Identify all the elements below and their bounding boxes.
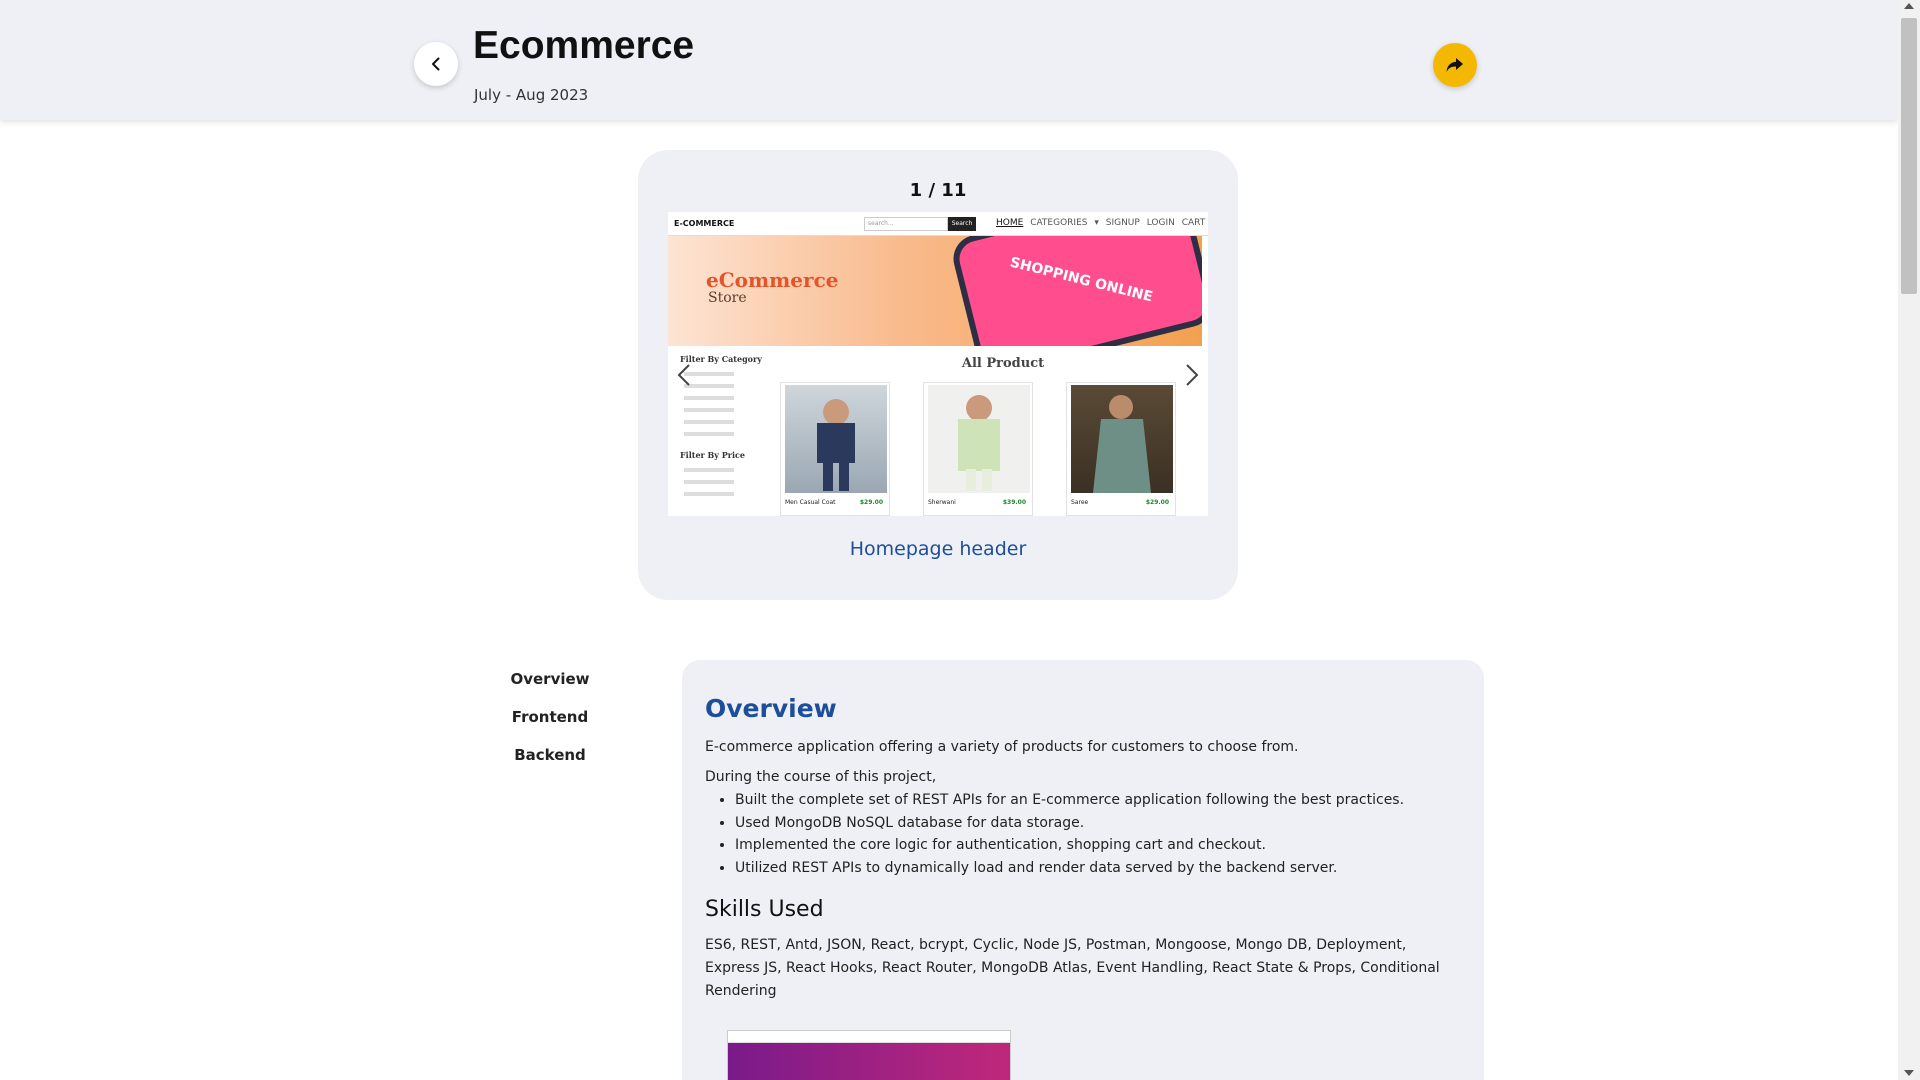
product-photo-sherwani (928, 385, 1030, 493)
chevron-left-icon (432, 57, 440, 71)
page-scrollbar[interactable] (1898, 0, 1920, 1080)
skills-heading: Skills Used (705, 897, 824, 922)
section-nav: Overview Frontend Backend (500, 668, 600, 782)
overview-course-intro: During the course of this project, (705, 769, 937, 785)
product-name: Saree (1071, 499, 1089, 506)
screenshot-link-cart: CART (1181, 218, 1206, 228)
section-nav-backend[interactable]: Backend (500, 744, 600, 782)
chevron-right-icon (1186, 364, 1199, 386)
image-carousel: 1 / 11 E-COMMERCE search... Search HOME … (638, 150, 1238, 600)
carousel-slide-image: E-COMMERCE search... Search HOME CATEGOR… (668, 212, 1208, 516)
product-name: Men Casual Coat (785, 499, 836, 506)
product-name: Sherwani (928, 499, 956, 506)
screenshot-filters: Filter By Category Filter By Price (680, 354, 780, 496)
list-item: Implemented the core logic for authentic… (735, 834, 1460, 857)
product-photo-saree (1071, 385, 1173, 493)
screenshot-nav-links: HOME CATEGORIES ▾ SIGNUP LOGIN CART (996, 218, 1205, 228)
product-price: $29.00 (1145, 499, 1169, 506)
scroll-down-arrow-icon[interactable] (1904, 1070, 1914, 1076)
carousel-next-button[interactable] (1181, 360, 1203, 390)
scrollbar-thumb[interactable] (1901, 18, 1917, 294)
overview-intro: E-commerce application offering a variet… (705, 739, 1299, 755)
screenshot-brand: E-COMMERCE (674, 219, 735, 228)
chevron-left-icon (677, 364, 690, 386)
slide-counter: 1 / 11 (909, 180, 967, 201)
product-photo-coat (785, 385, 887, 493)
thumbnail-banner (728, 1043, 1010, 1080)
screenshot-search: search... (864, 217, 948, 231)
page-header: Ecommerce July - Aug 2023 (0, 0, 1898, 120)
screenshot-product-card: Sherwani $39.00 (923, 382, 1033, 516)
slide-caption: Homepage header (849, 538, 1027, 560)
screenshot-banner-title: eCommerce (706, 268, 839, 292)
product-price: $29.00 (859, 499, 883, 506)
overview-bullet-list: Built the complete set of REST APIs for … (705, 789, 1460, 879)
project-screenshot-thumbnail[interactable] (727, 1030, 1011, 1080)
product-price: $39.00 (1002, 499, 1026, 506)
list-item: Used MongoDB NoSQL database for data sto… (735, 812, 1460, 835)
screenshot-link-signup: SIGNUP (1105, 218, 1140, 228)
share-icon (1446, 58, 1463, 72)
screenshot-product-card: Men Casual Coat $29.00 (780, 382, 890, 516)
screenshot-link-home: HOME (996, 218, 1024, 228)
screenshot-link-login: LOGIN (1146, 218, 1175, 228)
share-button[interactable] (1433, 43, 1477, 87)
overview-panel: Overview E-commerce application offering… (682, 660, 1484, 1080)
screenshot-phone-graphic (955, 236, 1202, 346)
screenshot-link-categories: CATEGORIES ▾ (1030, 218, 1099, 228)
thumbnail-navbar (728, 1031, 1010, 1043)
screenshot-navbar: E-COMMERCE search... Search HOME CATEGOR… (668, 212, 1208, 236)
screenshot-banner: SHOPPING ONLINE eCommerce Store (668, 236, 1202, 346)
overview-heading: Overview (705, 694, 837, 723)
screenshot-filter-price-title: Filter By Price (680, 450, 745, 460)
carousel-prev-button[interactable] (673, 360, 695, 390)
page-title: Ecommerce (473, 24, 695, 67)
list-item: Utilized REST APIs to dynamically load a… (735, 857, 1460, 880)
section-nav-frontend[interactable]: Frontend (500, 706, 600, 744)
screenshot-all-product-title: All Product (961, 356, 1045, 371)
screenshot-search-button: Search (948, 217, 976, 231)
screenshot-banner-subtitle: Store (708, 290, 747, 306)
project-date: July - Aug 2023 (474, 86, 589, 104)
skills-list: ES6, REST, Antd, JSON, React, bcrypt, Cy… (705, 937, 1440, 999)
list-item: Built the complete set of REST APIs for … (735, 789, 1460, 812)
section-nav-overview[interactable]: Overview (500, 668, 600, 706)
screenshot-product-card: Saree $29.00 (1066, 382, 1176, 516)
scroll-up-arrow-icon[interactable] (1904, 3, 1914, 9)
back-button[interactable] (414, 42, 458, 86)
